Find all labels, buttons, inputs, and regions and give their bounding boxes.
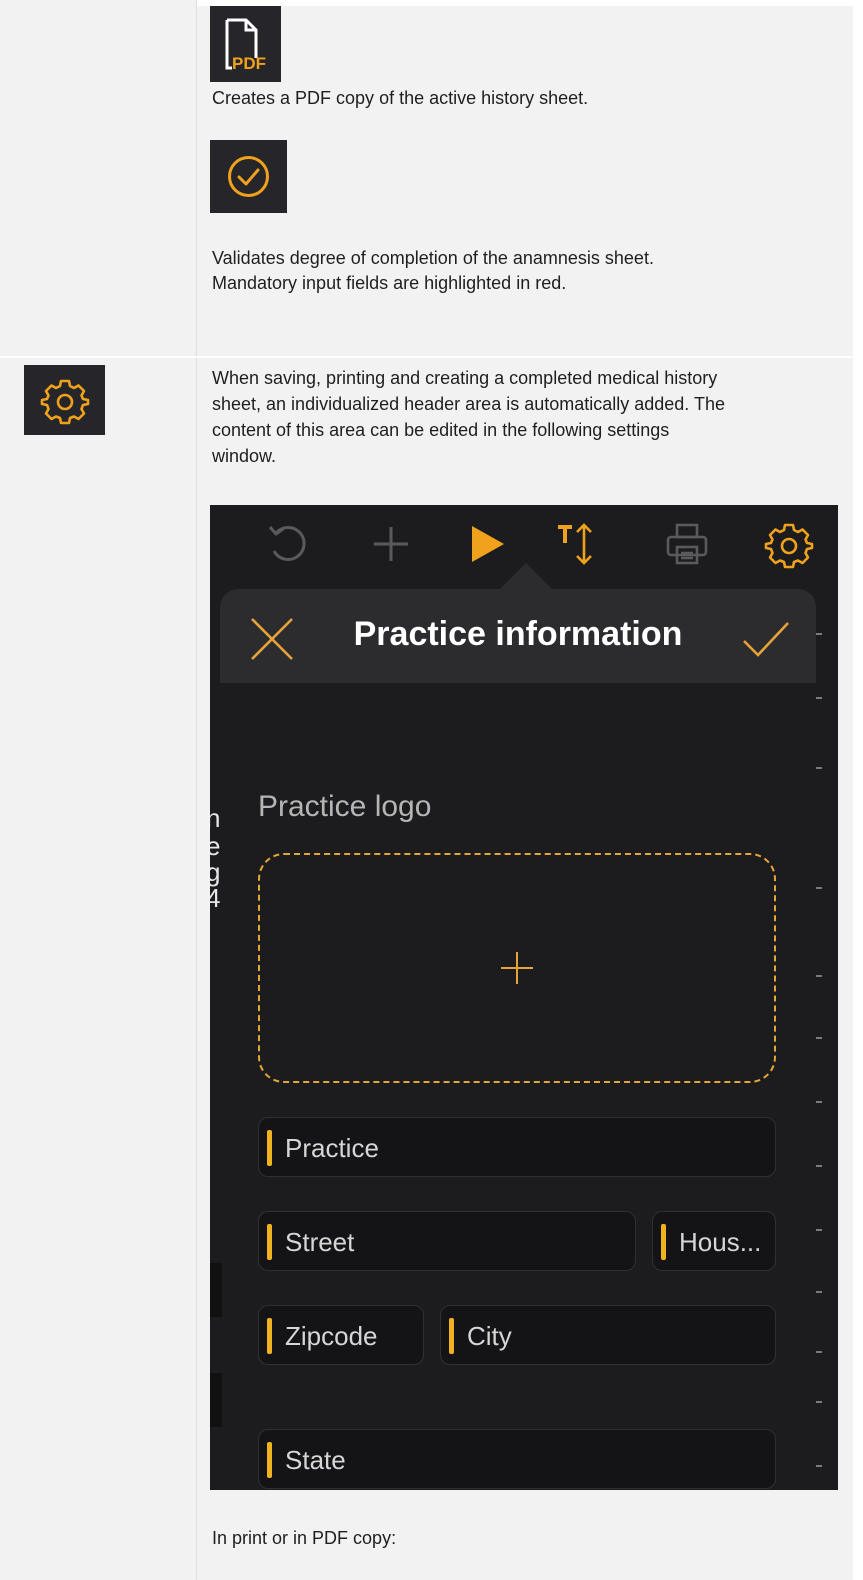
house-number-field-placeholder: Hous... (679, 1227, 762, 1257)
logo-upload-area[interactable] (258, 853, 776, 1083)
background-text-fragment: n (210, 803, 221, 833)
background-block (210, 1263, 222, 1317)
city-field-placeholder: City (467, 1321, 512, 1351)
text-size-icon[interactable] (554, 519, 604, 569)
left-column (0, 0, 196, 1580)
settings-description-line3: content of this area can be edited in th… (212, 420, 670, 440)
settings-window-screenshot: Practice information n e g 4 Practice lo… (210, 505, 838, 1490)
background-edge-marks (816, 505, 838, 1490)
settings-description-line4: window. (212, 446, 277, 466)
undo-icon[interactable] (262, 519, 312, 569)
required-marker (449, 1318, 454, 1354)
background-block (210, 1373, 222, 1427)
row-divider (0, 356, 863, 358)
validate-description-line2: Mandatory input fields are highlighted i… (212, 273, 567, 293)
required-marker (267, 1318, 272, 1354)
settings-description-line1: When saving, printing and creating a com… (212, 368, 718, 388)
print-icon[interactable] (662, 519, 712, 569)
column-divider (196, 0, 197, 1580)
street-field-placeholder: Street (285, 1227, 355, 1257)
popover-title: Practice information (353, 615, 683, 653)
house-number-field[interactable]: Hous... (652, 1211, 776, 1271)
pdf-description: Creates a PDF copy of the active history… (212, 88, 589, 108)
required-marker (661, 1224, 666, 1260)
street-field[interactable]: Street (258, 1211, 636, 1271)
settings-description-line2: sheet, an individualized header area is … (212, 394, 725, 414)
required-marker (267, 1442, 272, 1478)
settings-gear-icon[interactable] (764, 519, 814, 569)
practice-field-placeholder: Practice (285, 1133, 379, 1163)
confirm-check-icon[interactable] (740, 619, 792, 659)
zipcode-field-placeholder: Zipcode (285, 1321, 378, 1351)
play-icon[interactable] (462, 519, 512, 569)
zipcode-field[interactable]: Zipcode (258, 1305, 424, 1365)
plus-icon[interactable] (366, 519, 416, 569)
state-field-placeholder: State (285, 1445, 346, 1475)
pdf-icon: PDF (210, 6, 281, 82)
print-note: In print or in PDF copy: (212, 1528, 397, 1548)
pdf-icon-text: PDF (232, 54, 266, 73)
required-marker (267, 1224, 272, 1260)
required-marker (267, 1130, 272, 1166)
city-field[interactable]: City (440, 1305, 776, 1365)
practice-logo-label: Practice logo (258, 790, 432, 823)
check-circle-icon (210, 140, 287, 213)
practice-field[interactable]: Practice (258, 1117, 776, 1177)
popover-pointer (500, 563, 552, 589)
popover-header: Practice information (220, 589, 816, 683)
gear-icon (24, 365, 105, 435)
state-field[interactable]: State (258, 1429, 776, 1489)
background-text-fragment: 4 (210, 883, 221, 913)
add-logo-icon (501, 952, 533, 984)
validate-description-line1: Validates degree of completion of the an… (212, 248, 654, 268)
right-edge (853, 0, 863, 1580)
